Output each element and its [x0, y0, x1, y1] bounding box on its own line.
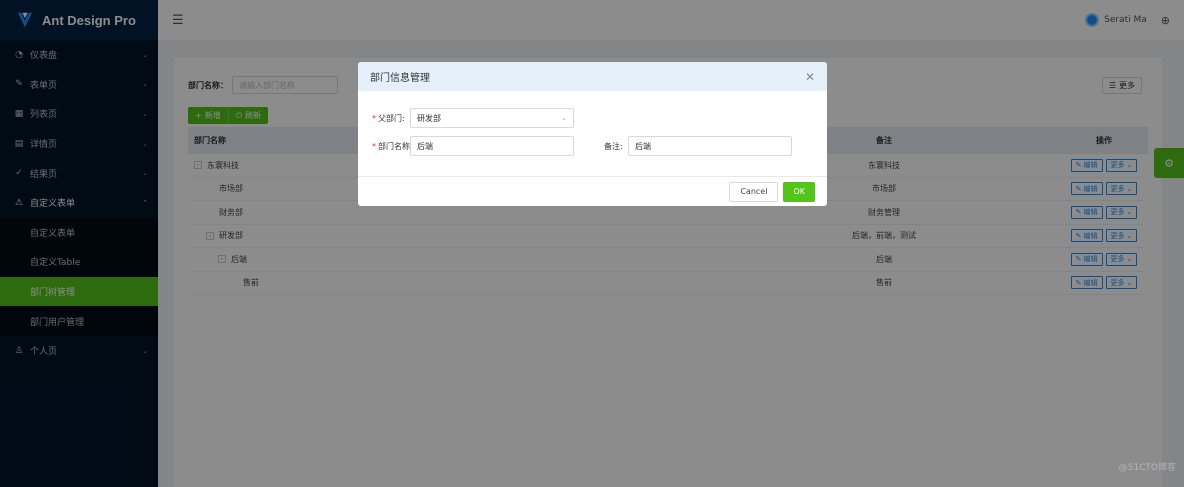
parent-dept-select[interactable]: 研发部 ⌄	[410, 108, 574, 128]
modal-title: 部门信息管理	[370, 73, 430, 84]
watermark: @51CTO博客	[1118, 463, 1176, 473]
remark-input[interactable]: 后端	[628, 136, 792, 156]
chevron-down-icon: ⌄	[561, 114, 567, 122]
cancel-button[interactable]: Cancel	[729, 181, 779, 202]
ok-button[interactable]: OK	[783, 181, 815, 202]
remark-value: 后端	[635, 141, 651, 151]
required-mark: *	[372, 142, 376, 151]
department-modal: 部门信息管理 ✕ * 父部门: 研发部 ⌄ * 部门名称 后端 备注: 后端 Can…	[358, 62, 827, 206]
dept-name-label: * 部门名称	[372, 142, 410, 151]
parent-dept-value: 研发部	[417, 113, 441, 123]
remark-label: 备注:	[604, 142, 623, 151]
dept-name-value: 后端	[417, 141, 433, 151]
required-mark: *	[372, 114, 376, 123]
close-icon[interactable]: ✕	[805, 70, 815, 84]
dept-name-input[interactable]: 后端	[410, 136, 574, 156]
modal-footer: Cancel OK	[358, 176, 827, 206]
modal-header: 部门信息管理 ✕	[358, 62, 827, 91]
modal-body: * 父部门: 研发部 ⌄ * 部门名称 后端 备注: 后端	[358, 91, 827, 176]
parent-dept-label: * 父部门:	[372, 114, 405, 123]
